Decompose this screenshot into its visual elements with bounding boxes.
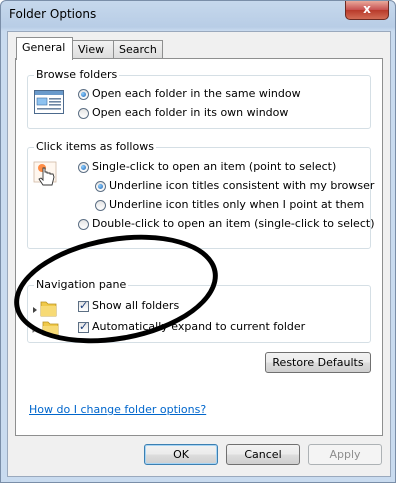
underline-browser-radio[interactable] [95,181,106,192]
general-tab-panel: Browse folders Open each folder in the s… [15,58,383,436]
underline-browser-label[interactable]: Underline icon titles consistent with my… [109,179,374,192]
tab-search[interactable]: Search [113,40,163,59]
own-window-radio[interactable] [78,108,89,119]
window-panes-icon [34,90,64,117]
click-items-group: Click items as follows Single-click to o… [27,140,374,249]
browse-folders-group: Browse folders Open each folder in the s… [27,68,371,129]
single-click-radio[interactable] [78,162,89,173]
double-click-radio[interactable] [78,219,89,230]
own-window-label[interactable]: Open each folder in its own window [92,106,288,119]
underline-point-radio[interactable] [95,200,106,211]
apply-button-label: Apply [329,448,361,461]
restore-defaults-label: Restore Defaults [272,356,364,369]
auto-expand-checkbox[interactable] [78,320,89,333]
close-icon: x [363,2,371,16]
hand-pointer-icon [33,160,61,193]
ok-button[interactable]: OK [144,444,218,465]
folder-options-window: Folder Options x General View Search Bro… [0,0,396,483]
ok-button-label: OK [173,448,189,461]
underline-point-label[interactable]: Underline icon titles only when I point … [109,198,364,211]
double-click-label[interactable]: Double-click to open an item (single-cli… [92,217,374,230]
window-title: Folder Options [9,7,97,21]
click-items-label: Click items as follows [34,140,156,153]
help-link[interactable]: How do I change folder options? [29,403,206,416]
single-click-label[interactable]: Single-click to open an item (point to s… [92,160,336,173]
tab-search-label: Search [119,43,157,56]
restore-defaults-button[interactable]: Restore Defaults [265,352,371,373]
cancel-button[interactable]: Cancel [226,444,300,465]
tab-general-label: General [22,41,66,54]
same-window-label[interactable]: Open each folder in the same window [92,87,301,100]
folder-icon [32,296,60,339]
navigation-pane-group: Navigation pane Show all folders Automat… [27,278,371,343]
title-bar[interactable]: Folder Options x [1,1,395,29]
dialog-client-area: General View Search Browse folders Open … [7,31,391,477]
close-button[interactable]: x [345,1,389,20]
apply-button[interactable]: Apply [308,444,382,465]
same-window-radio[interactable] [78,89,89,100]
navigation-pane-label: Navigation pane [34,278,129,291]
auto-expand-label[interactable]: Automatically expand to current folder [92,320,305,333]
browse-folders-label: Browse folders [34,68,120,81]
show-all-folders-label[interactable]: Show all folders [92,299,179,312]
tab-view[interactable]: View [72,40,114,59]
tab-general[interactable]: General [16,37,73,60]
tab-view-label: View [78,43,105,56]
show-all-folders-checkbox[interactable] [78,299,89,312]
cancel-button-label: Cancel [244,448,282,461]
